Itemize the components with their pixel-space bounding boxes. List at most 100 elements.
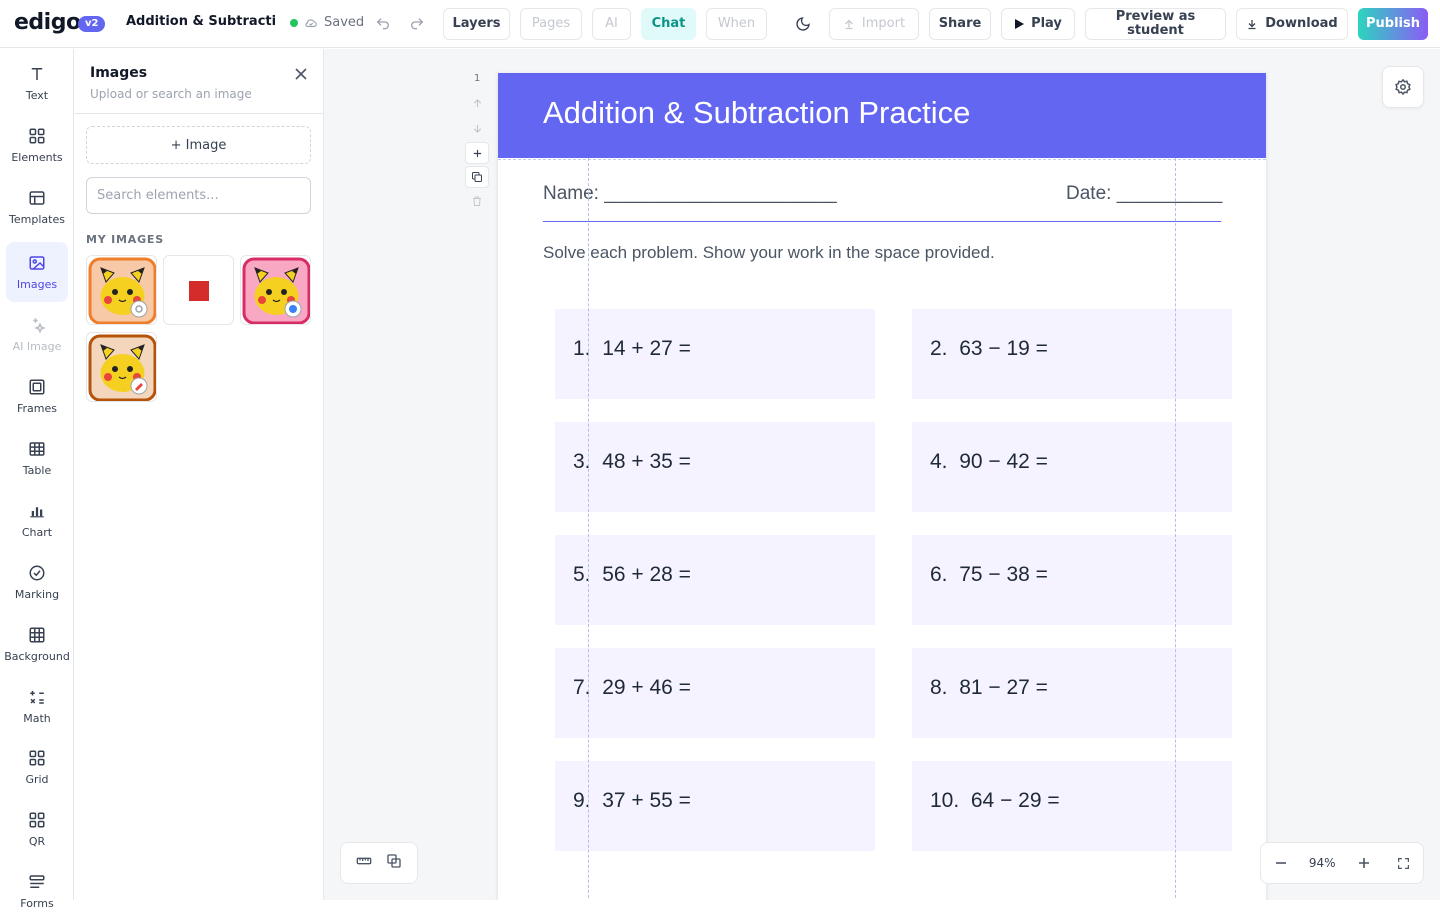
arrange-button[interactable] xyxy=(386,853,402,873)
page-number: 1 xyxy=(474,73,481,84)
rail-item-frames[interactable]: Frames xyxy=(6,366,68,426)
editor-canvas[interactable]: 1 Addition & Subtraction Practice Name: … xyxy=(324,49,1440,900)
problem-box[interactable]: 3. 48 + 35 = xyxy=(555,422,875,512)
save-status-label: Saved xyxy=(324,15,365,30)
close-panel-button[interactable] xyxy=(292,65,310,83)
share-button[interactable]: Share xyxy=(929,8,991,40)
rail-item-ai-image[interactable]: AI Image xyxy=(6,304,68,364)
rail-item-math[interactable]: Math xyxy=(6,676,68,736)
frame-icon xyxy=(29,379,45,394)
problem-box[interactable]: 7. 29 + 46 = xyxy=(555,648,875,738)
problem-box[interactable]: 5. 56 + 28 = xyxy=(555,535,875,625)
rail-item-images[interactable]: Images xyxy=(6,242,68,302)
pikachu-avatar-image[interactable] xyxy=(86,255,157,325)
worksheet-title[interactable]: Addition & Subtraction Practice xyxy=(543,95,970,131)
ruler-button[interactable] xyxy=(356,853,372,873)
move-page-up-button[interactable] xyxy=(465,92,489,114)
red-square-icon xyxy=(189,281,209,301)
plus-icon xyxy=(1358,858,1369,868)
add-image-button[interactable]: + Image xyxy=(86,126,311,164)
rail-item-text[interactable]: Text xyxy=(6,53,68,113)
forms-icon xyxy=(29,874,45,888)
date-field-label[interactable]: Date: __________ xyxy=(1066,183,1222,205)
redo-icon xyxy=(411,18,424,30)
canvas-tools xyxy=(340,842,418,884)
zoom-level[interactable]: 94% xyxy=(1301,856,1344,870)
instructions-text[interactable]: Solve each problem. Show your work in th… xyxy=(543,243,995,263)
chat-button[interactable]: Chat xyxy=(641,8,696,40)
rail-item-qr[interactable]: QR xyxy=(6,799,68,859)
rail-item-table[interactable]: Table xyxy=(6,428,68,488)
search-elements-input[interactable] xyxy=(86,177,311,214)
my-images-heading: MY IMAGES xyxy=(86,233,164,246)
problem-box[interactable]: 4. 90 − 42 = xyxy=(912,422,1232,512)
rail-item-forms[interactable]: Forms xyxy=(6,861,68,921)
canvas-settings-button[interactable] xyxy=(1382,66,1424,108)
layers-button[interactable]: Layers xyxy=(443,8,510,40)
delete-page-button[interactable] xyxy=(465,190,489,212)
app-logo[interactable]: edigo xyxy=(14,10,81,35)
panel-title: Images xyxy=(90,65,148,81)
worksheet-header-banner[interactable]: Addition & Subtraction Practice xyxy=(498,73,1266,158)
rail-item-label: Grid xyxy=(25,772,49,786)
rail-item-label: Marking xyxy=(14,587,60,601)
rail-item-marking[interactable]: Marking xyxy=(6,552,68,612)
rail-item-label: Forms xyxy=(20,896,54,910)
copy-icon xyxy=(472,172,482,182)
fullscreen-button[interactable] xyxy=(1384,843,1424,883)
rail-item-elements[interactable]: Elements xyxy=(6,115,68,175)
import-button[interactable]: Import xyxy=(829,8,919,40)
problem-text: 4. 90 − 42 = xyxy=(930,450,1048,473)
problem-box[interactable]: 8. 81 − 27 = xyxy=(912,648,1232,738)
rail-item-label: Images xyxy=(16,277,58,291)
duplicate-page-button[interactable] xyxy=(465,166,489,188)
problem-text: 6. 75 − 38 = xyxy=(930,563,1048,586)
publish-button[interactable]: Publish xyxy=(1358,8,1428,40)
rail-item-templates[interactable]: Templates xyxy=(6,177,68,237)
when-button[interactable]: When xyxy=(706,8,767,40)
worksheet-page[interactable]: Addition & Subtraction Practice Name: __… xyxy=(498,73,1266,900)
add-page-button[interactable] xyxy=(465,142,489,164)
grid-squares-icon xyxy=(29,750,45,765)
undo-button[interactable] xyxy=(373,14,393,34)
download-button[interactable]: Download xyxy=(1236,8,1348,40)
problem-box[interactable]: 1. 14 + 27 = xyxy=(555,309,875,399)
play-button[interactable]: Play xyxy=(1001,8,1075,40)
panel-divider xyxy=(74,113,324,114)
upload-icon xyxy=(843,18,855,30)
zoom-out-button[interactable] xyxy=(1261,843,1301,883)
move-page-down-button[interactable] xyxy=(465,117,489,139)
left-tool-rail: Text Elements Templates Images AI Image … xyxy=(0,49,74,910)
red-square-image[interactable] xyxy=(163,255,234,325)
pikachu-brown-avatar-image[interactable] xyxy=(86,332,157,402)
problem-text: 10. 64 − 29 = xyxy=(930,789,1060,812)
redo-button[interactable] xyxy=(407,14,427,34)
problem-text: 3. 48 + 35 = xyxy=(573,450,691,473)
arrange-layers-icon xyxy=(387,854,401,868)
import-label: Import xyxy=(861,16,906,31)
ai-button[interactable]: AI xyxy=(592,8,631,40)
download-icon xyxy=(1246,18,1258,30)
table-icon xyxy=(29,441,45,456)
zoom-in-button[interactable] xyxy=(1344,843,1384,883)
rail-item-chart[interactable]: Chart xyxy=(6,490,68,550)
rail-item-grid[interactable]: Grid xyxy=(6,737,68,797)
version-badge: v2 xyxy=(78,16,106,32)
grid-icon xyxy=(29,627,45,642)
problem-text: 8. 81 − 27 = xyxy=(930,676,1048,699)
preview-as-student-button[interactable]: Preview as student xyxy=(1085,8,1226,40)
rail-item-background[interactable]: Background xyxy=(4,614,70,674)
problem-box[interactable]: 2. 63 − 19 = xyxy=(912,309,1232,399)
problem-box[interactable]: 6. 75 − 38 = xyxy=(912,535,1232,625)
pikachu-pink-avatar-image[interactable] xyxy=(240,255,311,325)
document-title[interactable]: Addition & Subtraction Practice xyxy=(126,14,276,29)
elements-icon xyxy=(29,128,45,143)
alignment-guide-right xyxy=(1175,158,1176,900)
problem-box[interactable]: 10. 64 − 29 = xyxy=(912,761,1232,851)
problem-box[interactable]: 9. 37 + 55 = xyxy=(555,761,875,851)
pages-button[interactable]: Pages xyxy=(520,8,582,40)
chart-icon xyxy=(30,506,44,517)
trash-icon xyxy=(473,196,481,206)
dark-mode-toggle[interactable] xyxy=(793,14,813,34)
ruler-icon xyxy=(356,857,372,865)
